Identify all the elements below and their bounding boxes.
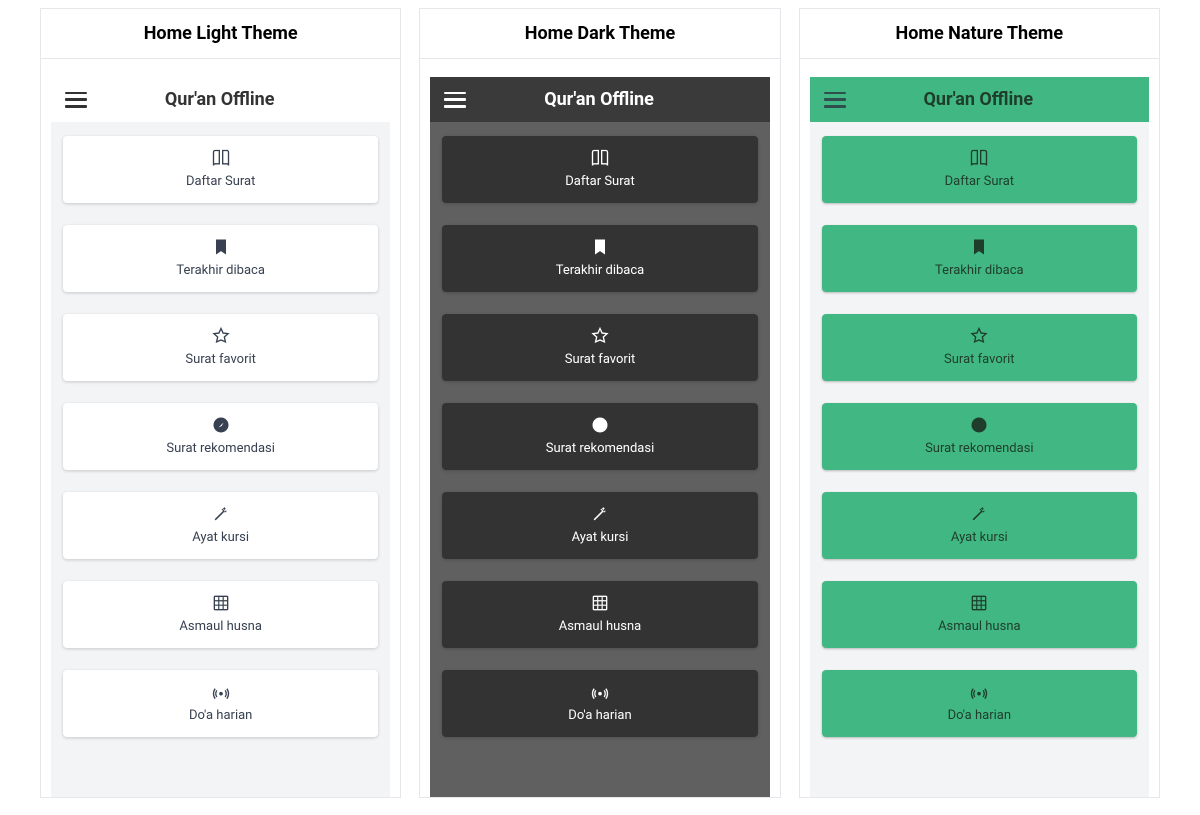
grid-icon xyxy=(590,593,610,613)
menu-item-star[interactable]: Surat favorit xyxy=(822,314,1137,381)
radio-icon xyxy=(969,682,989,702)
menu-item-wand[interactable]: Ayat kursi xyxy=(822,492,1137,559)
star-icon xyxy=(969,326,989,346)
menu-item-book[interactable]: Daftar Surat xyxy=(822,136,1137,203)
menu-list: Daftar Surat Terakhir dibaca Surat favorit… xyxy=(810,122,1149,797)
app-title: Qur'an Offline xyxy=(63,89,376,110)
app-bar: Qur'an Offline xyxy=(810,77,1149,122)
menu-item-label: Terakhir dibaca xyxy=(176,263,265,278)
menu-item-label: Ayat kursi xyxy=(572,530,629,545)
menu-item-radio[interactable]: Do'a harian xyxy=(822,670,1137,737)
radio-icon xyxy=(590,682,610,702)
menu-item-star[interactable]: Surat favorit xyxy=(63,314,378,381)
radio-icon xyxy=(211,682,231,702)
menu-item-bookmark[interactable]: Terakhir dibaca xyxy=(822,225,1137,292)
grid-icon xyxy=(211,593,231,613)
theme-column-light: Home Light Theme Qur'an Offline Daftar Sur… xyxy=(40,8,401,798)
menu-item-label: Terakhir dibaca xyxy=(556,263,645,278)
wand-icon xyxy=(969,504,989,524)
menu-list: Daftar Surat Terakhir dibaca Surat favorit… xyxy=(430,122,769,797)
menu-item-label: Terakhir dibaca xyxy=(935,263,1024,278)
menu-item-compass[interactable]: Surat rekomendasi xyxy=(442,403,757,470)
menu-item-label: Surat rekomendasi xyxy=(546,441,655,456)
book-icon xyxy=(969,148,989,168)
menu-item-radio[interactable]: Do'a harian xyxy=(63,670,378,737)
menu-item-label: Do'a harian xyxy=(948,708,1011,723)
book-icon xyxy=(590,148,610,168)
wand-icon xyxy=(590,504,610,524)
star-icon xyxy=(211,326,231,346)
app-title: Qur'an Offline xyxy=(822,89,1135,110)
phone-preview-nature: Qur'an Offline Daftar Surat Terakhir dibac… xyxy=(810,77,1149,797)
menu-item-label: Asmaul husna xyxy=(559,619,642,634)
menu-item-label: Asmaul husna xyxy=(938,619,1021,634)
star-icon xyxy=(590,326,610,346)
column-heading: Home Dark Theme xyxy=(420,9,779,59)
phone-preview-dark: Qur'an Offline Daftar Surat Terakhir dibac… xyxy=(430,77,769,797)
menu-item-grid[interactable]: Asmaul husna xyxy=(63,581,378,648)
menu-item-radio[interactable]: Do'a harian xyxy=(442,670,757,737)
menu-item-grid[interactable]: Asmaul husna xyxy=(822,581,1137,648)
menu-item-label: Surat favorit xyxy=(185,352,256,367)
menu-item-label: Daftar Surat xyxy=(565,174,634,189)
menu-item-label: Surat favorit xyxy=(944,352,1015,367)
column-heading: Home Nature Theme xyxy=(800,9,1159,59)
app-title: Qur'an Offline xyxy=(442,89,755,110)
menu-item-label: Do'a harian xyxy=(568,708,631,723)
compass-icon xyxy=(969,415,989,435)
bookmark-icon xyxy=(969,237,989,257)
menu-item-label: Ayat kursi xyxy=(951,530,1008,545)
bookmark-icon xyxy=(211,237,231,257)
app-bar: Qur'an Offline xyxy=(430,77,769,122)
menu-item-compass[interactable]: Surat rekomendasi xyxy=(822,403,1137,470)
compass-icon xyxy=(590,415,610,435)
compass-icon xyxy=(211,415,231,435)
menu-item-bookmark[interactable]: Terakhir dibaca xyxy=(442,225,757,292)
theme-column-dark: Home Dark Theme Qur'an Offline Daftar Sura… xyxy=(419,8,780,798)
menu-item-label: Asmaul husna xyxy=(179,619,262,634)
bookmark-icon xyxy=(590,237,610,257)
menu-item-wand[interactable]: Ayat kursi xyxy=(442,492,757,559)
menu-item-wand[interactable]: Ayat kursi xyxy=(63,492,378,559)
menu-item-label: Daftar Surat xyxy=(186,174,255,189)
theme-column-nature: Home Nature Theme Qur'an Offline Daftar Su… xyxy=(799,8,1160,798)
menu-item-book[interactable]: Daftar Surat xyxy=(63,136,378,203)
menu-item-label: Ayat kursi xyxy=(192,530,249,545)
menu-list: Daftar Surat Terakhir dibaca Surat favorit… xyxy=(51,122,390,797)
menu-item-bookmark[interactable]: Terakhir dibaca xyxy=(63,225,378,292)
menu-item-label: Surat rekomendasi xyxy=(166,441,275,456)
menu-item-compass[interactable]: Surat rekomendasi xyxy=(63,403,378,470)
menu-item-grid[interactable]: Asmaul husna xyxy=(442,581,757,648)
wand-icon xyxy=(211,504,231,524)
book-icon xyxy=(211,148,231,168)
column-heading: Home Light Theme xyxy=(41,9,400,59)
menu-item-label: Daftar Surat xyxy=(945,174,1014,189)
app-bar: Qur'an Offline xyxy=(51,77,390,122)
phone-preview-light: Qur'an Offline Daftar Surat Terakhir dibac… xyxy=(51,77,390,797)
menu-item-star[interactable]: Surat favorit xyxy=(442,314,757,381)
menu-item-label: Surat rekomendasi xyxy=(925,441,1034,456)
grid-icon xyxy=(969,593,989,613)
menu-item-book[interactable]: Daftar Surat xyxy=(442,136,757,203)
menu-item-label: Do'a harian xyxy=(189,708,252,723)
menu-item-label: Surat favorit xyxy=(565,352,636,367)
